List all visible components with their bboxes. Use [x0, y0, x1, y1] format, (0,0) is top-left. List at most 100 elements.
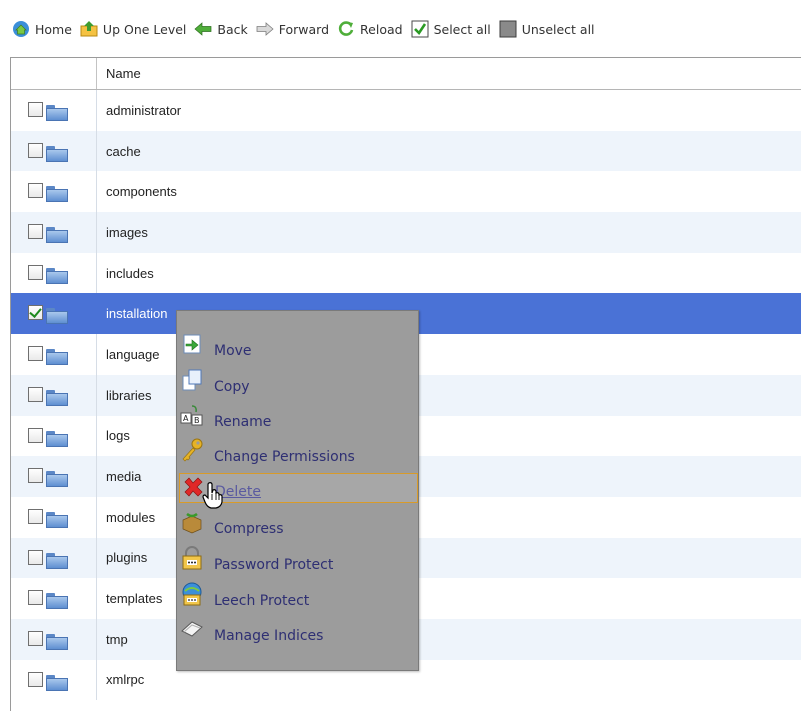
row-select-cell	[11, 496, 97, 538]
back-button[interactable]: Back	[194, 20, 248, 38]
forward-button[interactable]: Forward	[256, 20, 329, 38]
up-one-level-button[interactable]: Up One Level	[80, 20, 186, 38]
padlock-icon	[180, 546, 204, 570]
row-select-cell	[11, 415, 97, 457]
row-select-cell	[11, 659, 97, 701]
row-checkbox[interactable]	[28, 264, 43, 280]
table-row[interactable]: images	[11, 212, 801, 253]
menu-item-change-permissions[interactable]: Change Permissions	[179, 437, 418, 467]
menu-item-manage-indices[interactable]: Manage Indices	[179, 616, 418, 646]
folder-icon	[46, 511, 68, 528]
row-select-cell	[11, 212, 97, 253]
row-checkbox[interactable]	[28, 468, 43, 484]
row-checkbox[interactable]	[28, 102, 43, 117]
up-folder-icon	[80, 20, 98, 38]
folder-icon	[46, 349, 68, 366]
row-name[interactable]: includes	[97, 266, 801, 281]
reload-button[interactable]: Reload	[337, 20, 403, 38]
folder-icon	[46, 267, 68, 284]
reload-icon	[337, 20, 355, 38]
row-checkbox[interactable]	[28, 142, 43, 158]
compress-icon	[180, 510, 204, 534]
forward-arrow-icon	[256, 20, 274, 38]
leech-protect-icon	[180, 582, 204, 606]
menu-item-leech-protect[interactable]: Leech Protect	[179, 581, 418, 611]
row-select-cell	[11, 130, 97, 172]
toolbar: Home Up One Level Back Forward Reload Se…	[0, 0, 801, 58]
menu-item-copy[interactable]: Copy	[179, 367, 418, 397]
row-name[interactable]: administrator	[97, 103, 801, 118]
row-checkbox[interactable]	[28, 630, 43, 646]
grid-header: Name	[11, 58, 801, 90]
row-name[interactable]: components	[97, 184, 801, 199]
table-row[interactable]: components	[11, 171, 801, 213]
folder-icon	[46, 308, 68, 325]
row-select-cell	[11, 90, 97, 131]
menu-item-password-protect[interactable]: Password Protect	[179, 545, 418, 575]
unselect-all-label: Unselect all	[521, 21, 595, 37]
row-select-cell	[11, 374, 97, 416]
table-row[interactable]: administrator	[11, 90, 801, 131]
row-select-cell	[11, 537, 97, 579]
row-checkbox[interactable]	[28, 346, 43, 362]
svg-text:B: B	[194, 416, 200, 425]
back-label: Back	[217, 21, 248, 37]
rename-icon: AB	[180, 403, 204, 427]
row-select-cell	[11, 171, 97, 213]
home-icon	[12, 20, 30, 38]
menu-item-compress[interactable]: Compress	[179, 509, 418, 539]
menu-item-label: Leech Protect	[214, 593, 310, 609]
folder-icon	[46, 227, 68, 244]
up-one-level-label: Up One Level	[102, 21, 187, 37]
folder-icon	[46, 389, 68, 406]
unchecked-box-icon	[499, 20, 517, 38]
row-name[interactable]: xmlrpc	[97, 672, 801, 687]
row-select-cell	[11, 293, 97, 335]
row-checkbox[interactable]	[28, 224, 43, 240]
menu-item-label: Change Permissions	[214, 449, 355, 465]
home-label: Home	[35, 21, 72, 37]
hand-cursor-icon	[201, 481, 225, 509]
unselect-all-button[interactable]: Unselect all	[499, 20, 595, 38]
checkbox-column-header	[11, 58, 97, 89]
row-checkbox[interactable]	[28, 183, 43, 199]
row-checkbox[interactable]	[28, 508, 43, 524]
row-select-cell	[11, 334, 97, 375]
row-checkbox[interactable]	[28, 386, 43, 402]
row-checkbox[interactable]	[28, 590, 43, 606]
menu-item-label: Move	[214, 343, 252, 359]
row-checkbox[interactable]	[28, 549, 43, 565]
row-name[interactable]: images	[97, 225, 801, 240]
name-column-header[interactable]: Name	[97, 58, 801, 89]
folder-icon	[46, 471, 68, 488]
svg-text:A: A	[183, 414, 189, 423]
folder-icon	[46, 593, 68, 610]
reload-label: Reload	[360, 21, 403, 37]
row-select-cell	[11, 578, 97, 619]
table-row[interactable]: cache	[11, 130, 801, 172]
row-select-cell	[11, 618, 97, 660]
folder-icon	[46, 186, 68, 203]
back-arrow-icon	[194, 20, 212, 38]
forward-label: Forward	[278, 21, 330, 37]
menu-item-rename[interactable]: AB Rename	[179, 402, 418, 432]
row-select-cell	[11, 252, 97, 294]
menu-item-label: Copy	[214, 379, 250, 395]
home-button[interactable]: Home	[12, 20, 72, 38]
row-name[interactable]: cache	[97, 144, 801, 159]
menu-item-label: Password Protect	[214, 557, 334, 573]
menu-item-label: Rename	[214, 414, 272, 430]
select-all-label: Select all	[433, 21, 491, 37]
select-all-button[interactable]: Select all	[411, 20, 491, 38]
folder-icon	[46, 674, 68, 691]
table-row[interactable]: includes	[11, 252, 801, 294]
folder-icon	[46, 430, 68, 447]
row-checkbox[interactable]	[28, 305, 43, 321]
folder-icon	[46, 105, 68, 121]
row-checkbox[interactable]	[28, 671, 43, 687]
row-checkbox[interactable]	[28, 427, 43, 443]
folder-icon	[46, 633, 68, 650]
copy-icon	[180, 368, 204, 392]
menu-item-move[interactable]: Move	[179, 331, 418, 361]
menu-item-label: Manage Indices	[214, 628, 324, 644]
